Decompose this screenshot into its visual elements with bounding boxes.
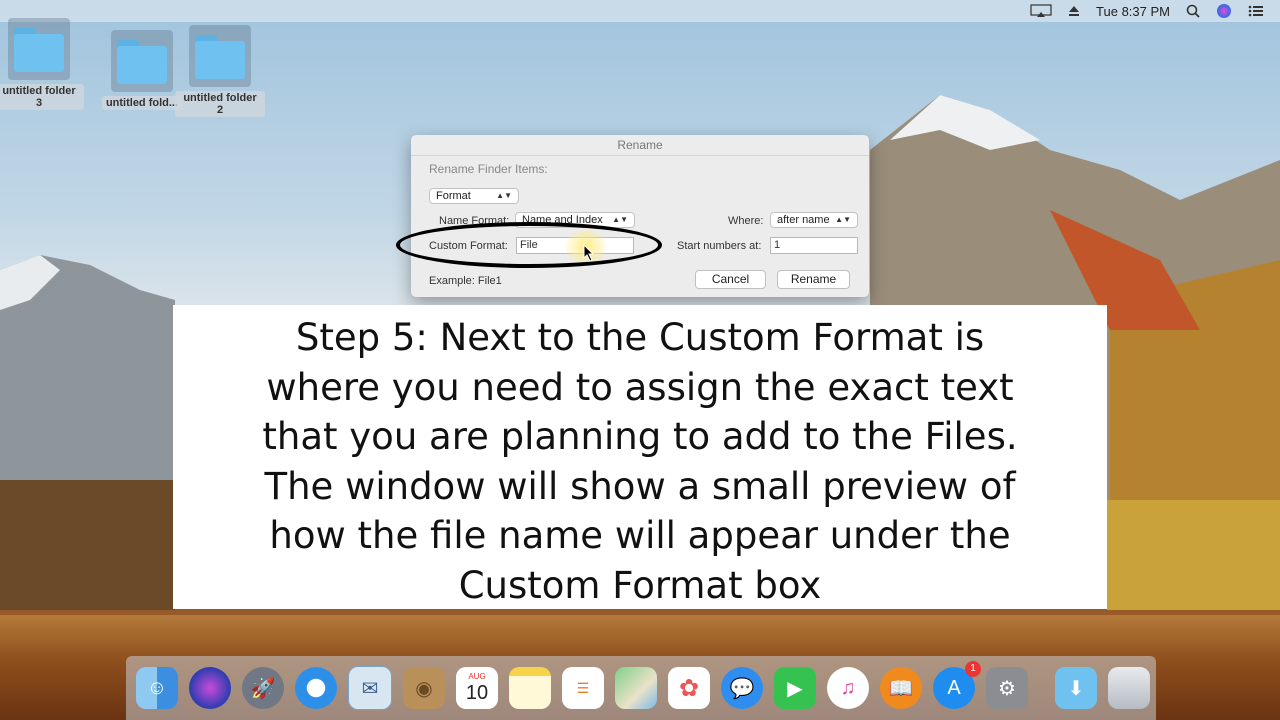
popup-arrows-icon: ▲▼ [496,191,512,200]
calendar-day: 10 [465,682,489,704]
photos-icon[interactable]: ✿ [668,667,710,709]
finder-icon[interactable]: ☺ [136,667,178,709]
folder-icon [189,25,251,87]
folder-label: untitled folder 2 [175,91,265,117]
annotation-oval [396,222,662,268]
rename-dialog: Rename Rename Finder Items: Format ▲▼ Na… [411,135,869,297]
folder-label: untitled fold... [101,96,183,110]
caption-line: Step 5: Next to the Custom Format is [295,316,985,359]
launchpad-icon[interactable]: 🚀 [242,667,284,709]
search-icon[interactable] [1186,4,1200,18]
rename-button[interactable]: Rename [777,270,850,289]
desktop-folder[interactable]: untitled folder 3 [0,18,84,111]
rename-mode-value: Format [436,190,471,202]
rename-mode-popup[interactable]: Format ▲▼ [429,188,519,204]
where-label: Where: [728,215,764,227]
start-numbers-input[interactable]: 1 [770,237,858,254]
popup-arrows-icon: ▲▼ [612,215,628,224]
safari-icon[interactable] [295,667,337,709]
popup-arrows-icon: ▲▼ [835,215,851,224]
airplay-icon[interactable] [1030,4,1052,18]
app-store-icon[interactable]: A 1 [933,661,981,709]
contacts-icon[interactable]: ◉ [403,667,445,709]
example-preview: Example: File1 [429,275,502,287]
itunes-icon[interactable]: ♫ [827,667,869,709]
desktop-folder[interactable]: untitled fold... [97,30,187,111]
folder-icon [111,30,173,92]
notification-center-icon[interactable] [1248,5,1264,17]
caption-line: Custom Format box [458,563,822,607]
caption-line: that you are planning to add to the File… [262,415,1018,458]
messages-icon[interactable]: 💬 [721,667,763,709]
downloads-folder-icon[interactable]: ⬇ [1055,667,1097,709]
ibooks-icon[interactable]: 📖 [880,667,922,709]
app-store-badge: 1 [965,661,981,677]
dialog-title: Rename [411,135,869,156]
trash-icon[interactable] [1108,667,1150,709]
mail-icon[interactable]: ✉ [348,666,392,710]
facetime-icon[interactable]: ▶ [774,667,816,709]
calendar-icon[interactable]: AUG 10 [456,667,498,709]
notes-icon[interactable] [509,667,551,709]
tutorial-caption: Step 5: Next to the Custom Format is whe… [173,305,1107,609]
where-value: after name [777,214,830,226]
menu-bar: Tue 8:37 PM [0,0,1280,22]
eject-icon[interactable] [1068,5,1080,17]
folder-icon [8,18,70,80]
reminders-icon[interactable]: ☰ [562,667,604,709]
folder-label: untitled folder 3 [0,84,84,110]
start-numbers-label: Start numbers at: [677,240,762,252]
calendar-month: AUG [468,672,486,681]
caption-line: how the file name will appear under the [269,514,1011,557]
where-popup[interactable]: after name ▲▼ [770,212,858,228]
caption-line: where you need to assign the exact text [266,365,1014,409]
menu-clock[interactable]: Tue 8:37 PM [1096,4,1170,19]
siri-icon[interactable] [189,667,231,709]
dock: ☺ 🚀 ✉ ◉ AUG 10 ☰ ✿ 💬 ▶ ♫ 📖 A 1 ⚙ ⬇ [126,656,1156,720]
maps-icon[interactable] [615,667,657,709]
desktop-folder[interactable]: untitled folder 2 [175,25,265,118]
dialog-heading: Rename Finder Items: [429,162,548,176]
cancel-button[interactable]: Cancel [695,270,766,289]
siri-icon[interactable] [1216,3,1232,19]
system-preferences-icon[interactable]: ⚙ [986,667,1028,709]
caption-line: The window will show a small preview of [264,464,1016,508]
